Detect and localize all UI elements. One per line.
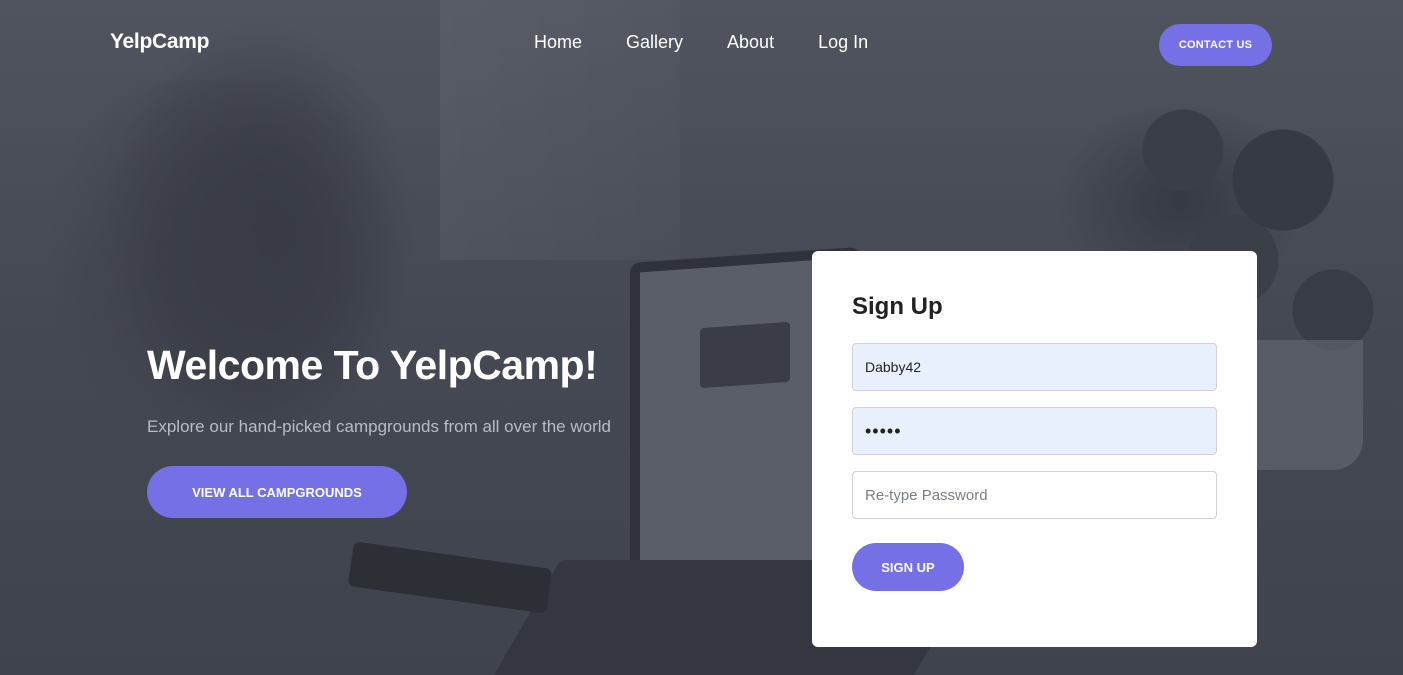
nav-link-gallery[interactable]: Gallery bbox=[626, 32, 683, 53]
brand-logo[interactable]: YelpCamp bbox=[110, 30, 209, 54]
hero-subtitle: Explore our hand-picked campgrounds from… bbox=[147, 417, 611, 436]
signup-button[interactable]: SIGN UP bbox=[852, 543, 964, 591]
contact-us-button[interactable]: CONTACT US bbox=[1159, 24, 1272, 66]
nav-link-about[interactable]: About bbox=[727, 32, 774, 53]
nav-link-home[interactable]: Home bbox=[534, 32, 582, 53]
hero-title: Welcome To YelpCamp! bbox=[147, 342, 598, 388]
nav-link-login[interactable]: Log In bbox=[818, 32, 868, 53]
signup-card: Sign Up SIGN UP bbox=[812, 251, 1257, 647]
nav-links: Home Gallery About Log In bbox=[534, 32, 912, 53]
password-field[interactable] bbox=[852, 407, 1217, 455]
view-all-campgrounds-button[interactable]: VIEW ALL CAMPGROUNDS bbox=[147, 466, 407, 518]
signup-title: Sign Up bbox=[852, 293, 943, 320]
retype-password-field[interactable] bbox=[852, 471, 1217, 519]
top-navbar: YelpCamp Home Gallery About Log In CONTA… bbox=[0, 0, 1403, 90]
username-field[interactable] bbox=[852, 343, 1217, 391]
